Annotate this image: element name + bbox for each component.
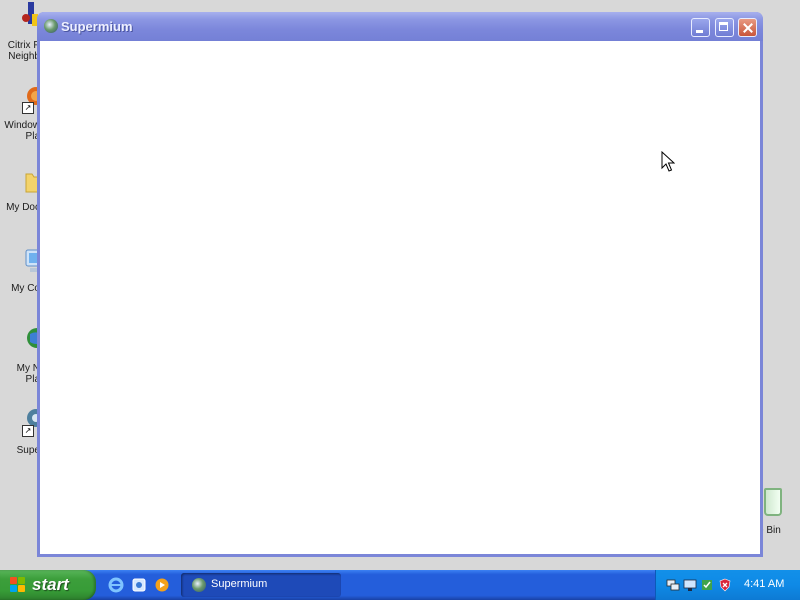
desktop-icon-label: My Doc: [6, 202, 40, 213]
desktop: Citrix P Neighb ↗ Window Pla My Doc My C…: [0, 0, 800, 570]
desktop-icon-label: Window Pla: [4, 120, 40, 142]
desktop-icon-label: Citrix P Neighb: [7, 40, 40, 62]
window-title: Supermium: [61, 19, 133, 34]
internet-explorer-icon[interactable]: [108, 577, 124, 593]
app-window: Supermium: [37, 12, 763, 557]
window-content-area[interactable]: [40, 41, 760, 554]
taskbar: start Supermium 4:41 AM: [0, 570, 800, 600]
browser-icon[interactable]: [131, 577, 147, 593]
start-button[interactable]: start: [0, 570, 96, 600]
taskbar-button-label: Supermium: [211, 578, 268, 590]
window-title-bar[interactable]: Supermium: [37, 12, 763, 41]
media-player-icon[interactable]: [154, 577, 170, 593]
security-icon[interactable]: [700, 578, 714, 592]
desktop-icon-label: Supe: [16, 445, 40, 456]
minimize-button[interactable]: [691, 18, 710, 37]
mouse-pointer-icon: [661, 151, 675, 172]
clock[interactable]: 4:41 AM: [744, 578, 784, 590]
recycle-bin-icon: [764, 488, 782, 516]
taskbar-button-supermium[interactable]: Supermium: [181, 573, 341, 597]
system-tray: 4:41 AM: [655, 570, 800, 600]
desktop-icon-my-computer[interactable]: My Co: [0, 248, 44, 296]
shortcut-arrow-icon: ↗: [22, 425, 34, 437]
maximize-button[interactable]: [715, 18, 734, 37]
start-label: start: [32, 575, 69, 594]
monitor-icon[interactable]: [683, 578, 697, 592]
shield-icon[interactable]: [718, 578, 732, 592]
desktop-icon-label: My N Pla: [16, 363, 40, 385]
network-icon[interactable]: [666, 578, 680, 592]
desktop-icon-citrix[interactable]: Citrix P Neighb: [0, 2, 40, 66]
shortcut-arrow-icon: ↗: [22, 102, 34, 114]
desktop-icon-media-player[interactable]: ↗ Window Pla: [0, 84, 44, 146]
desktop-icon-my-documents[interactable]: My Doc: [0, 168, 44, 216]
supermium-icon[interactable]: [44, 19, 58, 33]
supermium-icon: [192, 578, 206, 592]
desktop-icon-supermium[interactable]: ↗ Supe: [0, 407, 44, 459]
close-button[interactable]: [738, 18, 757, 37]
desktop-icon-label: My Co: [11, 283, 40, 294]
windows-logo-icon: [10, 577, 26, 593]
desktop-icon-my-network-places[interactable]: My N Pla: [0, 326, 44, 388]
